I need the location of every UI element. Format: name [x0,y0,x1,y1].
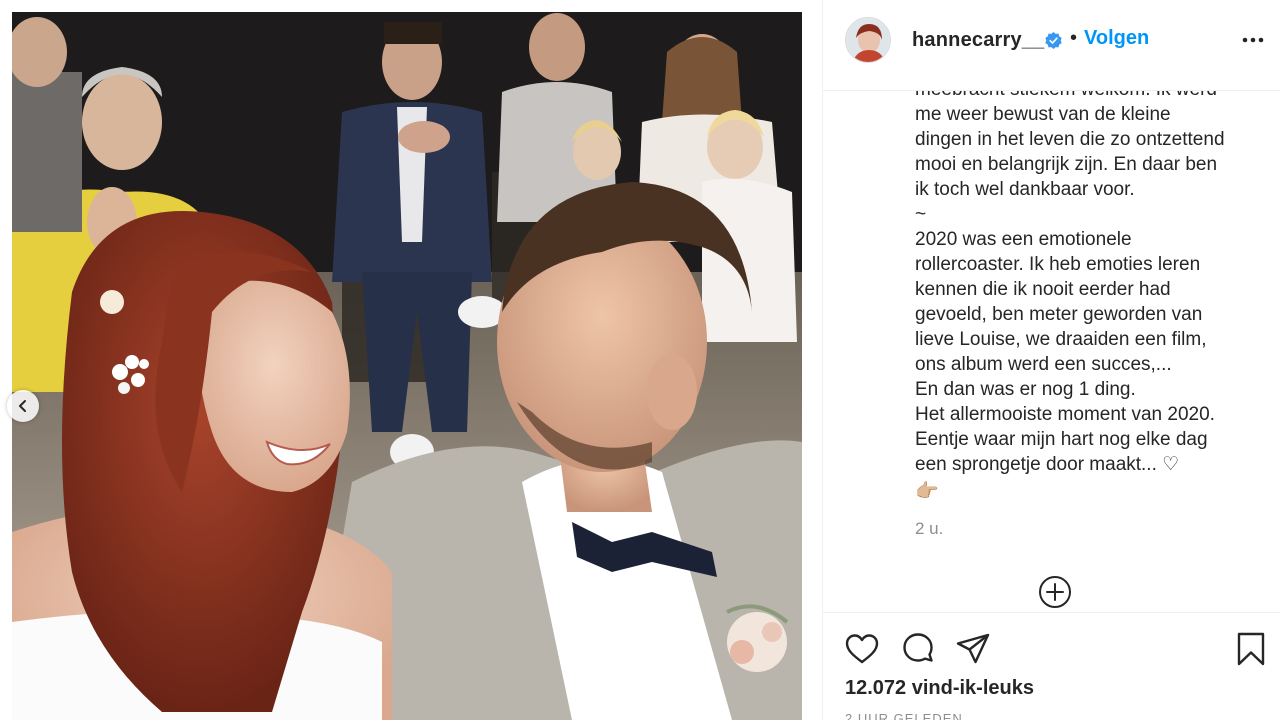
heart-icon[interactable] [844,631,880,667]
post-media-panel [0,0,822,720]
username-link[interactable]: hannecarry__ [912,29,1044,52]
caption-line: meebracht stiekem welkom. Ik werd [915,91,1255,102]
post-photo[interactable] [12,12,802,720]
plus-circle-icon[interactable] [1038,575,1072,609]
instagram-post-modal: hannecarry__ • Volgen meebracht stiekem … [0,0,1280,720]
likes-count[interactable]: 12.072 vind-ik-leuks [845,677,1034,700]
caption-line: Eentje waar mijn hart nog elke dag [915,429,1208,450]
paper-plane-icon[interactable] [955,631,991,667]
caption-line: En dan was er nog 1 ding. [915,379,1136,400]
post-details-panel: hannecarry__ • Volgen meebracht stiekem … [822,0,1280,720]
caption-line: lieve Louise, we draaiden een film, [915,329,1207,350]
bookmark-icon[interactable] [1233,631,1269,667]
caption-line: 2020 was een emotionele [915,229,1132,250]
post-date: 2 UUR GELEDEN [845,711,963,720]
chevron-left-icon [19,400,26,412]
post-caption: meebracht stiekem welkom. Ik werd me wee… [915,91,1255,504]
caption-line: ons album werd een succes,... [915,354,1172,375]
caption-line: kennen die ik nooit eerder had [915,279,1171,300]
caption-line: een sprongetje door maakt... ♡ [915,454,1180,475]
caption-line: me weer bewust van de kleine [915,104,1171,125]
caption-line: dingen in het leven die zo ontzettend [915,129,1225,150]
avatar-image [846,18,890,62]
avatar[interactable] [845,17,891,63]
header-separator: • [1070,27,1078,49]
comments-scroll-area[interactable]: meebracht stiekem welkom. Ik werd me wee… [823,91,1280,612]
pointing-hand-emoji: 👉🏼 [915,481,939,502]
wedding-photo-illustration [12,12,802,720]
follow-button[interactable]: Volgen [1084,27,1149,50]
post-actions-bar: 12.072 vind-ik-leuks 2 UUR GELEDEN [823,612,1280,720]
caption-timestamp[interactable]: 2 u. [915,519,943,539]
caption-line: rollercoaster. Ik heb emoties leren [915,254,1201,275]
post-header: hannecarry__ • Volgen [823,0,1280,91]
caption-line: ik toch wel dankbaar voor. [915,179,1135,200]
verified-badge-icon [1045,31,1062,50]
caption-line: ~ [915,204,927,225]
comment-icon[interactable] [900,631,936,667]
caption-line: mooi en belangrijk zijn. En daar ben [915,154,1218,175]
caption-line: gevoeld, ben meter geworden van [915,304,1203,325]
more-options-icon[interactable] [1241,33,1265,47]
previous-photo-button[interactable] [7,390,39,422]
caption-line: Het allermooiste moment van 2020. [915,404,1215,425]
